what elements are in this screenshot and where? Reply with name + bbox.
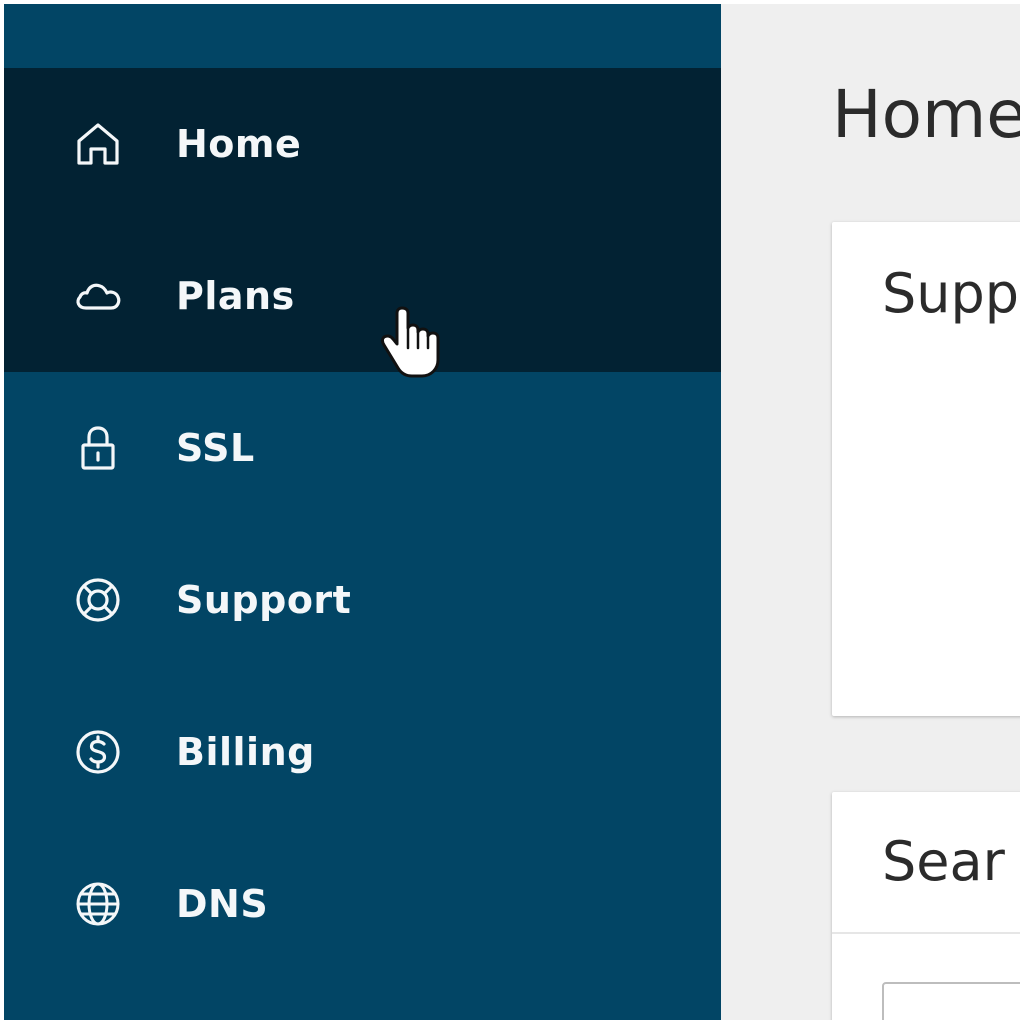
card-divider	[832, 932, 1020, 934]
page-title: Home	[832, 76, 1020, 153]
dollar-circle-icon	[70, 724, 126, 780]
card-title: Supp	[882, 262, 1020, 325]
sidebar-item-plans[interactable]: Plans	[4, 220, 721, 372]
sidebar-item-label: Plans	[176, 274, 295, 318]
sidebar-item-home[interactable]: Home	[4, 68, 721, 220]
sidebar-item-support[interactable]: Support	[4, 524, 721, 676]
sidebar-item-billing[interactable]: Billing	[4, 676, 721, 828]
sidebar: Home Plans SSL Support Billing DNS	[4, 4, 721, 1020]
cloud-icon	[70, 268, 126, 324]
sidebar-header	[4, 4, 721, 68]
hand-cursor-icon	[381, 306, 440, 378]
home-icon	[70, 116, 126, 172]
search-filter-select[interactable]	[882, 982, 1020, 1020]
sidebar-item-label: Billing	[176, 730, 315, 774]
sidebar-item-label: Support	[176, 578, 352, 622]
sidebar-item-dns[interactable]: DNS	[4, 828, 721, 980]
globe-icon	[70, 876, 126, 932]
support-card: Supp	[832, 222, 1020, 716]
sidebar-item-ssl[interactable]: SSL	[4, 372, 721, 524]
sidebar-item-label: Home	[176, 122, 302, 166]
card-title: Sear	[882, 830, 1005, 893]
sidebar-item-label: DNS	[176, 882, 269, 926]
app-window: Home Plans SSL Support Billing DNS Home …	[4, 4, 1020, 1020]
lifebuoy-icon	[70, 572, 126, 628]
sidebar-item-label: SSL	[176, 426, 255, 470]
lock-icon	[70, 420, 126, 476]
search-card: Sear	[832, 792, 1020, 1020]
